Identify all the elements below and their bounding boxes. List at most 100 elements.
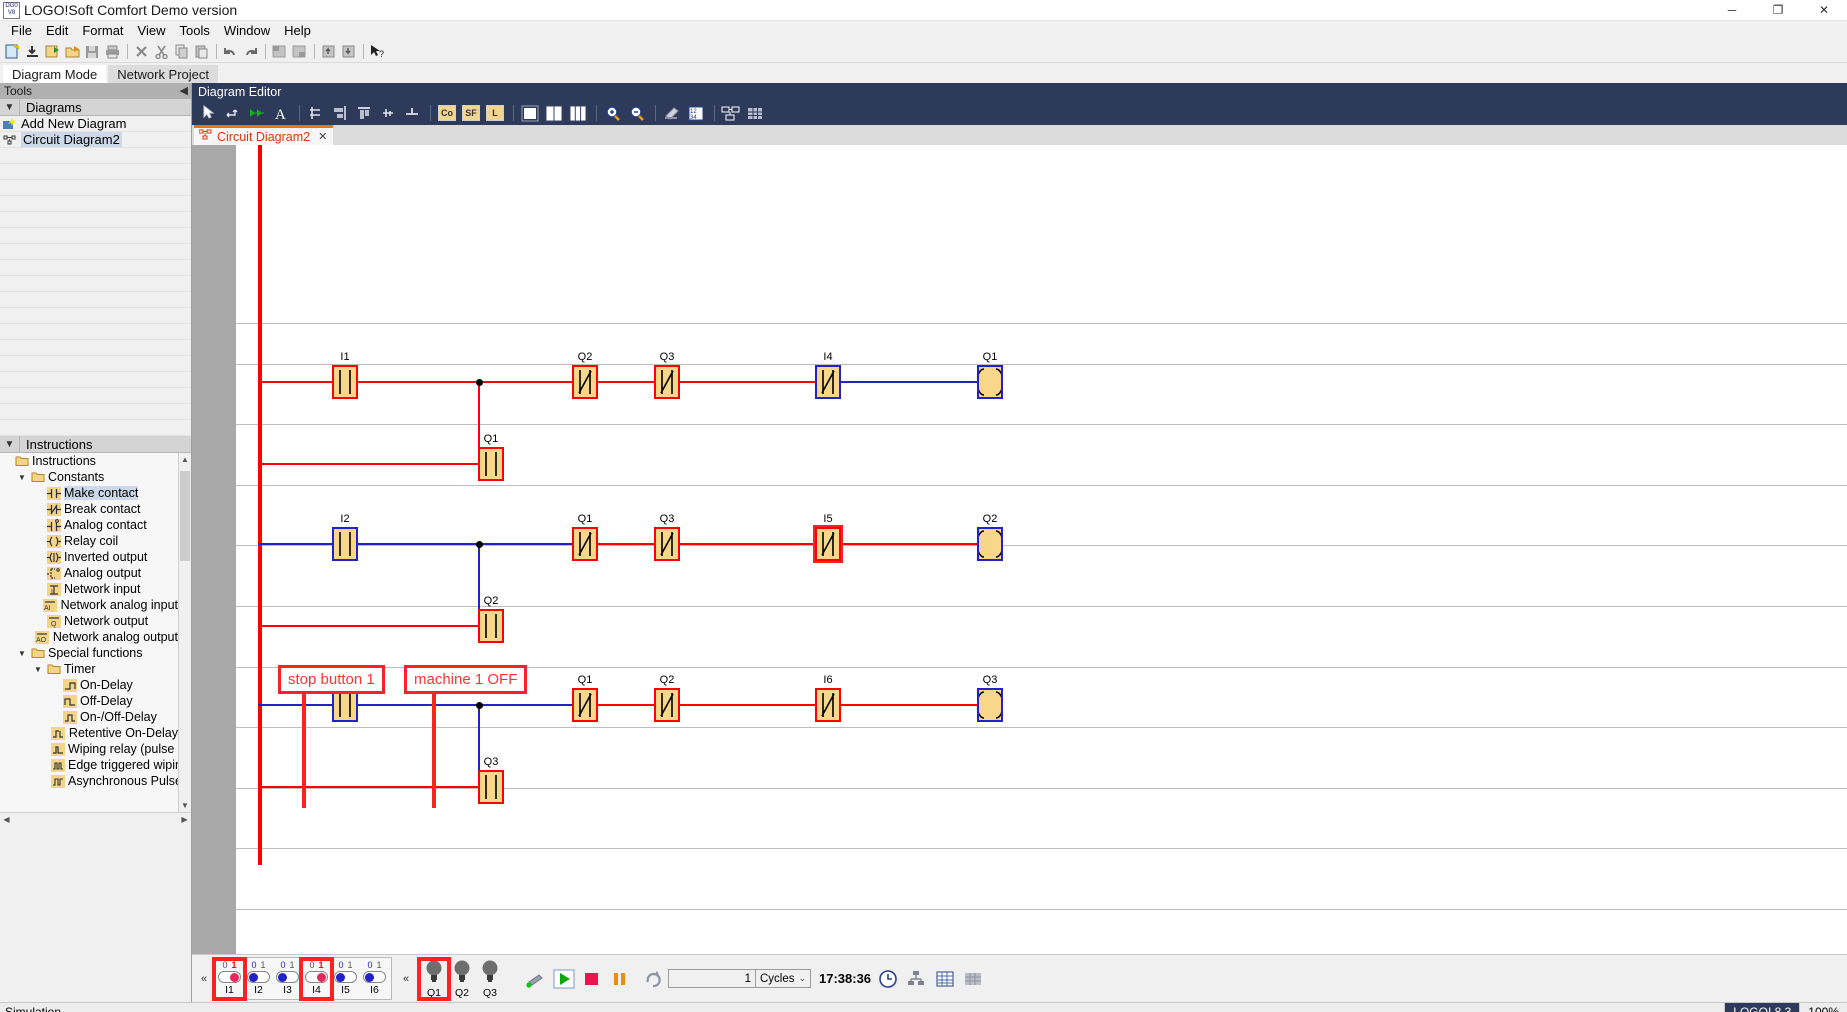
ladder-element-I6-r3[interactable]: I6 <box>815 688 841 722</box>
pause-simulation-button[interactable] <box>608 967 632 991</box>
maximize-button[interactable]: ❐ <box>1755 0 1801 21</box>
align-center-icon[interactable] <box>401 103 423 123</box>
tree-item-network-analog-output[interactable]: AONetwork analog output <box>0 629 178 645</box>
two-column-icon[interactable] <box>543 103 565 123</box>
menu-window[interactable]: Window <box>217 22 277 39</box>
cycles-select[interactable]: Cycles ⌄ <box>756 969 811 988</box>
clock-icon[interactable] <box>877 967 901 991</box>
tab-network-project[interactable]: Network Project <box>108 65 218 83</box>
open-project-icon[interactable] <box>43 42 62 61</box>
simulation-input-i2[interactable]: 01I2 <box>244 960 273 997</box>
align-bottom-icon[interactable] <box>377 103 399 123</box>
chevron-down-icon[interactable]: ▼ <box>0 439 19 450</box>
ladder-element-Q2-r2[interactable]: Q2 <box>977 527 1003 561</box>
ladder-element-I1-r1[interactable]: I1 <box>332 365 358 399</box>
ladder-element-Q2-r1[interactable]: Q2 <box>572 365 598 399</box>
simulation-icon[interactable] <box>720 103 742 123</box>
undo-icon[interactable] <box>221 42 240 61</box>
tree-item-relay-coil[interactable]: Relay coil <box>0 533 178 549</box>
simulation-output-q2[interactable]: Q2 <box>448 958 476 999</box>
ladder-element-branch-Q3[interactable]: Q3 <box>478 770 504 804</box>
import-block-icon[interactable] <box>339 42 358 61</box>
tree-item-off-delay[interactable]: Off-Delay <box>0 693 178 709</box>
ladder-element-branch-Q2[interactable]: Q2 <box>478 609 504 643</box>
ladder-element-Q3-r2[interactable]: Q3 <box>654 527 680 561</box>
ladder-element-I2-r2[interactable]: I2 <box>332 527 358 561</box>
delete-icon[interactable] <box>132 42 151 61</box>
stop-simulation-button[interactable] <box>580 967 604 991</box>
tree-item-special-functions[interactable]: ▼Special functions <box>0 645 178 661</box>
network-icon[interactable] <box>905 967 929 991</box>
connect-icon[interactable] <box>222 103 244 123</box>
scroll-left-icon[interactable]: ◀ <box>0 813 13 826</box>
zoom-out-icon[interactable] <box>626 103 648 123</box>
grid-view-icon[interactable] <box>961 967 985 991</box>
grid-icon[interactable] <box>744 103 766 123</box>
input-toggle-switch[interactable] <box>247 971 270 983</box>
tree-item-wiping-relay-pulse-output[interactable]: Wiping relay (pulse output) <box>0 741 178 757</box>
simulation-input-i4[interactable]: 01I4 <box>302 960 331 997</box>
minimize-button[interactable]: ─ <box>1709 0 1755 21</box>
menu-tools[interactable]: Tools <box>172 22 216 39</box>
redo-icon[interactable] <box>241 42 260 61</box>
tree-item-instructions[interactable]: Instructions <box>0 453 178 469</box>
three-column-icon[interactable] <box>567 103 589 123</box>
menu-view[interactable]: View <box>131 22 173 39</box>
ladder-canvas[interactable]: Q1I1Q2Q3I4Q1Q2I2Q1Q3I5Q2Q3I3Q1Q2I6Q3stop… <box>236 145 1847 954</box>
close-button[interactable]: ✕ <box>1801 0 1847 21</box>
simulation-input-i6[interactable]: 01I6 <box>360 960 389 997</box>
tree-item-edge-triggered-wiping-relay[interactable]: Edge triggered wiping relay <box>0 757 178 773</box>
align-top-icon[interactable] <box>353 103 375 123</box>
start-simulation-button[interactable] <box>552 967 576 991</box>
scroll-up-icon[interactable]: ▲ <box>179 453 191 466</box>
tree-item-timer[interactable]: ▼Timer <box>0 661 178 677</box>
circuit-diagram2-item[interactable]: Circuit Diagram2 <box>0 132 191 148</box>
align-left-icon[interactable] <box>305 103 327 123</box>
scroll-track[interactable] <box>179 466 191 799</box>
constants-icon[interactable]: Co <box>436 103 458 123</box>
tree-item-retentive-on-delay[interactable]: Retentive On-Delay <box>0 725 178 741</box>
new-document-icon[interactable] <box>3 42 22 61</box>
simulation-input-i3[interactable]: 01I3 <box>273 960 302 997</box>
simulation-params-icon[interactable]: 1234 <box>685 103 707 123</box>
scroll-thumb[interactable] <box>180 471 190 561</box>
help-pointer-icon[interactable]: ? <box>368 42 387 61</box>
tree-item-inverted-output[interactable]: Inverted output <box>0 549 178 565</box>
power-supply-button[interactable] <box>524 967 548 991</box>
diagrams-section-header[interactable]: ▼ Diagrams <box>0 99 191 116</box>
simulation-output-q3[interactable]: Q3 <box>476 958 504 999</box>
tree-item-asynchronous-pulse-generator[interactable]: Asynchronous Pulse Generator <box>0 773 178 789</box>
tree-item-on-off-delay[interactable]: On-/Off-Delay <box>0 709 178 725</box>
expander-icon[interactable]: ▼ <box>18 649 30 658</box>
ladder-element-branch-Q1[interactable]: Q1 <box>478 447 504 481</box>
instructions-section-header[interactable]: ▼ Instructions <box>0 436 191 453</box>
input-toggle-switch[interactable] <box>305 971 328 983</box>
add-new-diagram-item[interactable]: Add New Diagram <box>0 116 191 132</box>
tree-item-make-contact[interactable]: Make contact <box>0 485 178 501</box>
input-toggle-switch[interactable] <box>218 971 241 983</box>
simulation-input-i5[interactable]: 01I5 <box>331 960 360 997</box>
copy-icon[interactable] <box>172 42 191 61</box>
print-icon[interactable] <box>103 42 122 61</box>
cut-icon[interactable] <box>152 42 171 61</box>
input-toggle-switch[interactable] <box>363 971 386 983</box>
ladder-element-Q1-r3[interactable]: Q1 <box>572 688 598 722</box>
zoom-in-icon[interactable] <box>602 103 624 123</box>
split-horizontal-icon[interactable] <box>270 42 289 61</box>
export-icon[interactable] <box>319 42 338 61</box>
input-toggle-switch[interactable] <box>334 971 357 983</box>
scroll-down-icon[interactable]: ▼ <box>179 799 191 812</box>
cycles-input[interactable]: 1 <box>668 969 756 988</box>
instructions-vertical-scrollbar[interactable]: ▲ ▼ <box>178 453 191 812</box>
menu-edit[interactable]: Edit <box>39 22 75 39</box>
cut-connection-icon[interactable] <box>246 103 268 123</box>
sim-scroll-left-icon[interactable]: « <box>196 973 212 985</box>
tree-item-constants[interactable]: ▼Constants <box>0 469 178 485</box>
align-right-icon[interactable] <box>329 103 351 123</box>
one-column-icon[interactable] <box>519 103 541 123</box>
chevron-left-icon[interactable]: ◀ <box>180 84 188 97</box>
sim-scroll-right-icon[interactable]: « <box>398 973 414 985</box>
ladder-element-Q3-r1[interactable]: Q3 <box>654 365 680 399</box>
tab-diagram-mode[interactable]: Diagram Mode <box>3 65 106 83</box>
open-folder-icon[interactable] <box>63 42 82 61</box>
